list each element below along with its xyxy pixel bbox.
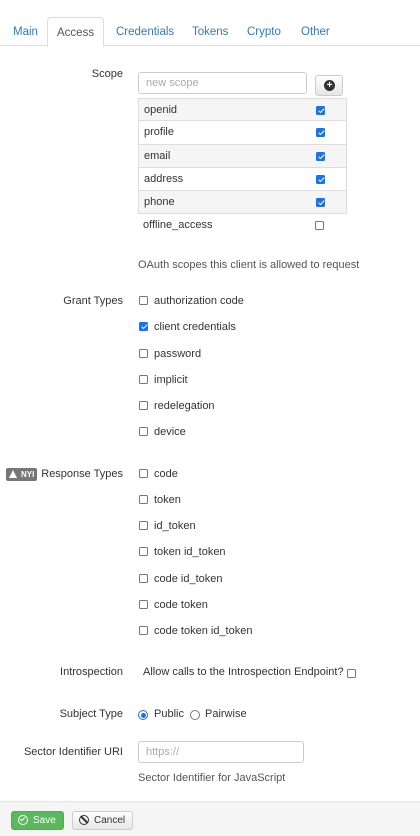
option-label: device — [154, 426, 186, 438]
scope-row-address: address — [138, 167, 347, 192]
scope-label: Scope — [91, 68, 123, 80]
checkbox[interactable] — [139, 547, 148, 556]
checkbox[interactable] — [139, 469, 148, 478]
add-scope-button[interactable]: + — [315, 75, 343, 96]
scope-row-profile: profile — [138, 121, 347, 145]
option-label: client credentials — [154, 321, 236, 333]
tab-crypto[interactable]: Crypto — [238, 18, 290, 46]
checkbox[interactable] — [139, 626, 148, 635]
subject-type-public-label: Public — [154, 708, 184, 720]
response-types-label: Response Types — [41, 468, 123, 480]
subject-type-pairwise-radio[interactable] — [190, 710, 200, 720]
checkbox[interactable] — [139, 521, 148, 530]
option-label: token — [154, 494, 181, 506]
option-label: implicit — [154, 374, 188, 386]
option-label: code id_token — [154, 573, 223, 585]
new-scope-input[interactable] — [138, 72, 307, 94]
scope-name: offline_access — [143, 219, 213, 232]
checkbox[interactable] — [139, 375, 148, 384]
checkbox[interactable] — [139, 600, 148, 609]
scope-checkbox-offline-access[interactable] — [315, 221, 324, 231]
scope-help-text: OAuth scopes this client is allowed to r… — [138, 259, 360, 271]
scope-checkbox-email[interactable] — [316, 151, 325, 161]
sector-identifier-help: Sector Identifier for JavaScript — [138, 772, 286, 784]
scope-name: address — [144, 172, 184, 185]
checkbox[interactable] — [139, 401, 148, 410]
subject-type-pairwise-label: Pairwise — [205, 708, 247, 720]
save-label: Save — [33, 815, 56, 826]
nyi-badge: NYI — [6, 468, 38, 481]
tab-access[interactable]: Access — [47, 17, 105, 47]
scope-row-offline-access: offline_access — [138, 214, 347, 237]
scope-name: openid — [144, 104, 178, 116]
ban-icon — [79, 815, 89, 825]
scope-name: email — [144, 149, 171, 162]
scope-checkbox-profile[interactable] — [316, 128, 325, 138]
tab-credentials[interactable]: Credentials — [107, 18, 183, 46]
option-label: token id_token — [154, 546, 226, 558]
introspection-checkbox[interactable] — [347, 669, 356, 678]
subject-type-public-radio[interactable] — [138, 710, 148, 720]
form-footer: Save Cancel — [0, 801, 420, 836]
scope-row-openid: openid — [138, 98, 347, 122]
checkbox[interactable] — [139, 574, 148, 583]
introspection-option-label: Allow calls to the Introspection Endpoin… — [143, 666, 344, 678]
grant-types-label: Grant Types — [63, 295, 123, 307]
introspection-label: Introspection — [60, 666, 123, 678]
save-button[interactable]: Save — [11, 811, 64, 830]
checkbox[interactable] — [139, 296, 148, 305]
option-label: code token — [154, 599, 208, 611]
tab-main[interactable]: Main — [4, 18, 47, 46]
sector-identifier-input[interactable] — [138, 741, 304, 763]
scope-list: openid profile email address phone offli… — [138, 98, 347, 238]
tab-bar: Main Access Credentials Tokens Crypto Ot… — [0, 0, 420, 47]
scope-name: profile — [144, 126, 174, 139]
checkbox[interactable] — [139, 349, 148, 358]
scope-checkbox-address[interactable] — [316, 174, 325, 184]
checkbox[interactable] — [139, 495, 148, 504]
checkbox[interactable] — [139, 427, 148, 436]
scope-row-phone: phone — [138, 191, 347, 215]
option-label: code — [154, 468, 178, 480]
option-label: password — [154, 348, 202, 360]
subject-type-label: Subject Type — [59, 708, 123, 720]
cancel-label: Cancel — [94, 815, 126, 826]
tab-other[interactable]: Other — [292, 18, 339, 46]
option-label: redelegation — [154, 400, 215, 412]
scope-checkbox-openid[interactable] — [316, 106, 325, 115]
tab-tokens[interactable]: Tokens — [183, 18, 237, 46]
plus-icon: + — [324, 80, 335, 91]
option-label: authorization code — [154, 295, 244, 307]
scope-checkbox-phone[interactable] — [316, 198, 325, 208]
checkbox[interactable] — [139, 322, 148, 331]
option-label: id_token — [154, 520, 196, 532]
cancel-button[interactable]: Cancel — [72, 811, 134, 830]
check-circle-icon — [18, 815, 28, 825]
scope-name: phone — [144, 196, 175, 209]
option-label: code token id_token — [154, 625, 253, 637]
sector-identifier-label: Sector Identifier URI — [23, 746, 123, 758]
scope-row-email: email — [138, 144, 347, 168]
